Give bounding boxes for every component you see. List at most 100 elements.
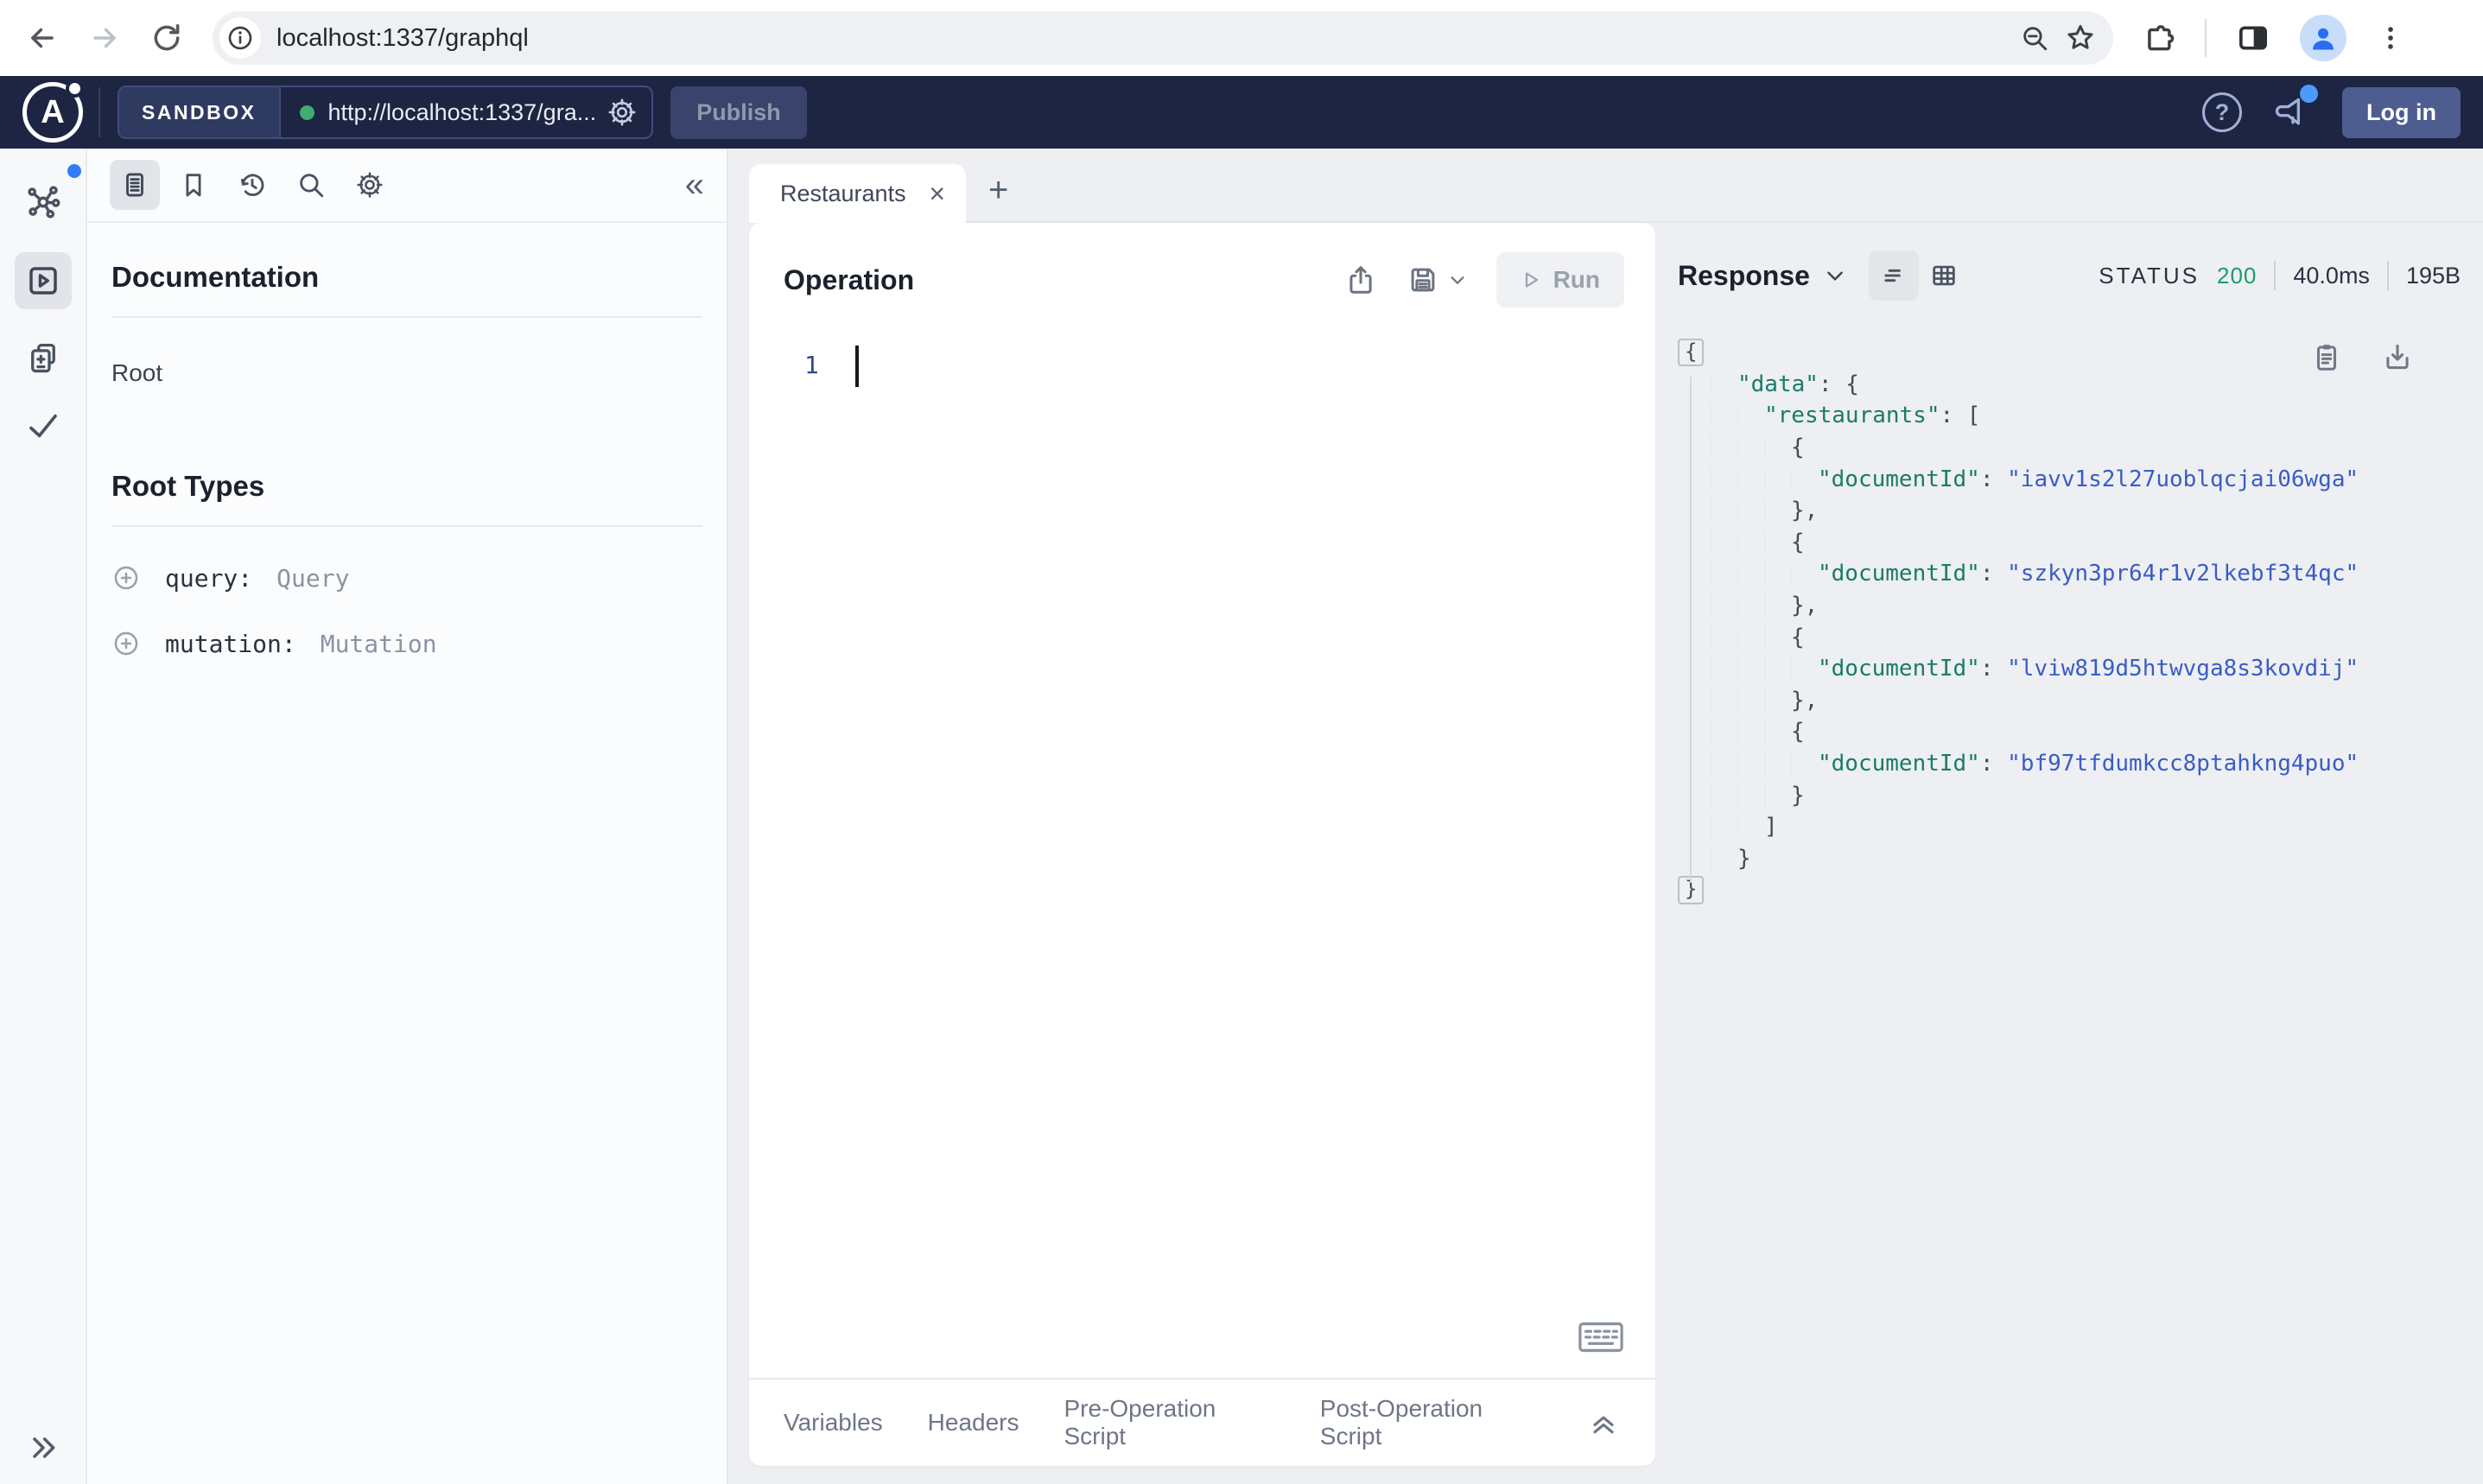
double-chevron-up-icon [1593,1416,1614,1434]
expand-sidebar-button[interactable] [26,1430,60,1465]
tab-headers[interactable]: Headers [928,1409,1019,1436]
json-punctuation: : [1979,656,2008,682]
publish-button[interactable]: Publish [670,86,807,139]
tab-label: Restaurants [780,180,906,206]
connection-status-dot [299,105,314,120]
run-label: Run [1553,266,1600,293]
checks-nav-button[interactable] [25,408,61,444]
json-key: "documentId" [1818,656,1980,682]
plus-circle-icon[interactable] [111,563,141,593]
json-viewer: {"data": {"restaurants": [{"documentId":… [1678,337,2461,906]
expand-panel-button[interactable] [1586,1405,1621,1440]
settings-tab-button[interactable] [345,160,395,210]
main-area: « Documentation Root Root Types query: Q… [0,149,2483,1484]
announcements-button[interactable] [2273,85,2319,131]
indent-guide [1711,529,1737,555]
json-punctuation: : [ [1940,403,1981,429]
bookmark-star-icon[interactable] [2065,22,2096,54]
table-view-button[interactable] [1919,251,1969,301]
menu-kebab-icon[interactable] [2376,23,2405,53]
plus-circle-icon[interactable] [111,629,141,658]
json-line: } [1678,779,2461,811]
json-key: "documentId" [1818,466,1980,492]
indent-guide [1737,719,1764,745]
collapse-panel-icon[interactable]: « [685,168,704,202]
profile-avatar[interactable] [2300,15,2346,61]
fold-marker[interactable]: { [1678,339,1705,367]
back-icon[interactable] [26,22,59,54]
response-menu-button[interactable] [1824,264,1846,287]
apollo-header: A SANDBOX http://localhost:1337/gra... P… [0,76,2483,149]
search-tab-button[interactable] [286,160,336,210]
line-number: 1 [804,351,819,379]
tab-variables[interactable]: Variables [784,1409,883,1436]
explorer-nav-button[interactable] [14,252,72,309]
download-response-icon[interactable] [2381,340,2414,373]
root-type-mutation-row[interactable]: mutation: Mutation [111,629,702,658]
json-string: "lviw819d5htwvga8s3kovdij" [2007,656,2359,682]
json-string: "iavv1s2l27uoblqcjai06wga" [2007,466,2359,492]
root-type-query-row[interactable]: query: Query [111,563,702,593]
schema-notification-dot [67,164,81,178]
tab-restaurants[interactable]: Restaurants × [749,164,966,223]
json-line: { [1678,716,2461,748]
json-key: "documentId" [1818,561,1980,587]
type-name-label[interactable]: Query [276,564,349,593]
indent-guide [1711,814,1737,840]
new-tab-icon[interactable]: + [988,173,1008,207]
indent-guide [1737,434,1764,461]
forward-icon[interactable] [88,22,121,54]
type-name-label[interactable]: Mutation [321,630,437,658]
copy-response-icon[interactable] [2310,340,2343,373]
explorer-icon [29,267,57,295]
connection-settings-icon[interactable] [606,97,638,128]
json-punctuation: }, [1791,593,1819,619]
operation-editor[interactable]: 1 [749,308,1655,1378]
response-actions [2310,340,2414,373]
json-punctuation: { [1791,529,1805,555]
response-panel: Response STATUS 200 40.0ms 195B {"data"… [1657,223,2483,1484]
indent-guide [1791,751,1818,777]
documentation-panel: « Documentation Root Root Types query: Q… [87,149,728,1484]
indent-guide [1737,593,1764,619]
schema-nav-button[interactable] [24,164,81,221]
text-view-button[interactable] [1868,251,1919,301]
indent-guide [1711,687,1737,713]
json-punctuation: : [1979,751,2008,777]
operation-header: Operation Run [749,223,1655,308]
extensions-icon[interactable] [2143,22,2175,54]
type-field-label[interactable]: query: [165,564,252,593]
table-view-icon [1933,265,1955,286]
help-icon[interactable]: ? [2202,92,2243,132]
tab-post-operation-script[interactable]: Post-Operation Script [1320,1395,1541,1450]
run-button[interactable]: Run [1496,252,1624,308]
icon-rail [0,149,87,1484]
site-info-icon[interactable] [219,17,261,59]
close-tab-icon[interactable]: × [929,180,945,207]
bookmarks-tab-button[interactable] [168,160,219,210]
collections-nav-button[interactable] [25,340,61,377]
browser-chrome: localhost:1337/graphql [0,0,2483,76]
content-row: Operation Run 1 Variables Headers Pre-Op… [749,223,2483,1484]
address-bar[interactable]: localhost:1337/graphql [213,11,2113,65]
tab-pre-operation-script[interactable]: Pre-Operation Script [1064,1395,1275,1450]
zoom-out-icon[interactable] [2020,23,2049,53]
reload-icon[interactable] [150,22,183,54]
indent-guide [1764,687,1791,713]
documentation-content: Documentation Root Root Types query: Que… [87,223,727,658]
root-item[interactable]: Root [111,359,702,387]
share-icon[interactable] [1344,263,1377,296]
checkmark-icon [29,414,57,438]
login-button[interactable]: Log in [2342,86,2461,138]
type-field-label[interactable]: mutation: [165,630,296,658]
documentation-tab-button[interactable] [110,160,160,210]
history-tab-button[interactable] [227,160,277,210]
side-panel-icon[interactable] [2236,21,2270,55]
response-header: Response STATUS 200 40.0ms 195B [1678,249,2461,302]
logo-ring-dot [69,83,80,94]
json-punctuation: : [1979,561,2008,587]
save-operation-button[interactable] [1407,263,1467,296]
keyboard-shortcuts-icon[interactable] [1578,1319,1624,1355]
apollo-logo[interactable]: A [22,82,83,143]
endpoint-url[interactable]: http://localhost:1337/gra... [328,99,597,126]
